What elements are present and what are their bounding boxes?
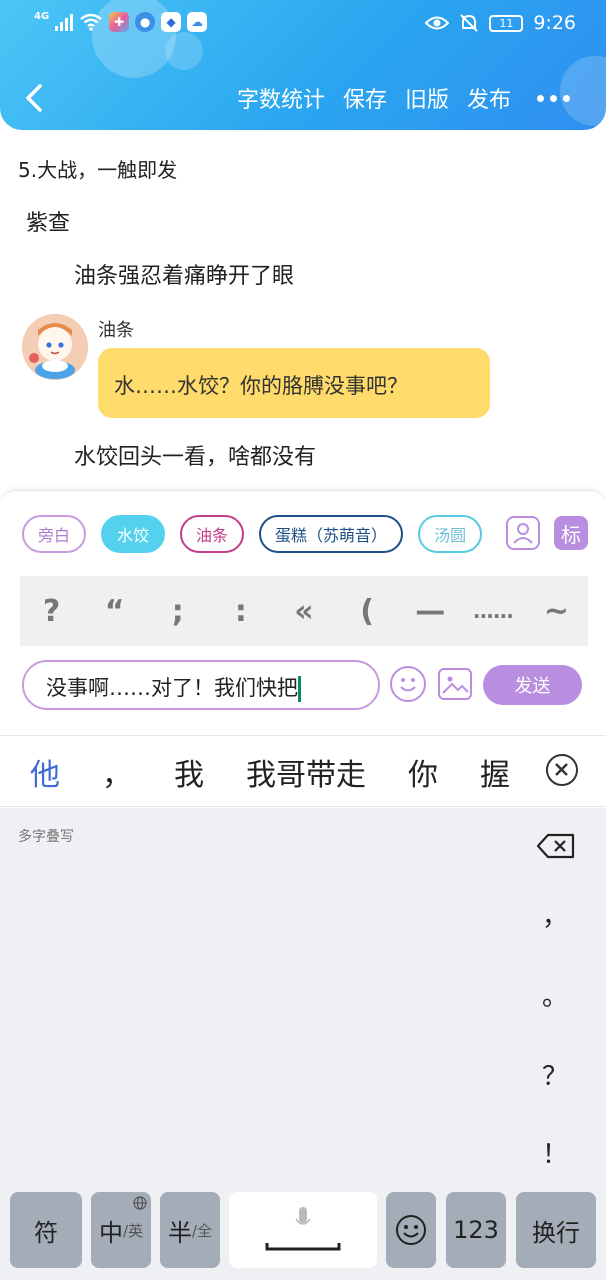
punct-key[interactable]: ( (342, 594, 392, 629)
handwriting-hint: 多字叠写 (18, 829, 74, 845)
punct-key[interactable]: ~ (531, 594, 581, 629)
battery-icon: 11 (489, 14, 524, 32)
punct-key[interactable]: « (279, 594, 329, 629)
back-arrow-icon[interactable] (20, 80, 50, 116)
candidate-item[interactable]: 我 (174, 750, 204, 794)
enter-key[interactable]: 换行 (516, 1192, 596, 1268)
symbol-key[interactable]: 符 (10, 1192, 82, 1268)
role-chip-narrator[interactable]: 旁白 (22, 515, 87, 553)
weather-icon: ☁ (187, 12, 208, 32)
save-button[interactable]: 保存 (343, 82, 387, 114)
narration-line: 水饺回头一看，啥都没有 (74, 445, 317, 470)
message-input[interactable]: 没事啊……对了！我们快把 (22, 660, 380, 710)
speaker-name: 油条 (98, 320, 134, 341)
baidu-icon: ◆ (161, 12, 182, 32)
network-type: 4G (34, 10, 50, 22)
role-manage-icon[interactable] (506, 516, 540, 550)
status-time: 9:26 (533, 12, 576, 34)
candidate-item[interactable]: 握 (480, 750, 510, 794)
story-line: 紫查 (26, 211, 71, 236)
signal-icon (55, 13, 74, 31)
role-chip-dangao[interactable]: 蛋糕（苏萌音） (259, 515, 404, 553)
candidate-item[interactable]: 他 (30, 750, 60, 794)
side-punct-period[interactable]: 。 (540, 976, 570, 1013)
image-icon[interactable] (438, 668, 472, 700)
punct-key[interactable]: “ (90, 594, 140, 629)
width-toggle-key[interactable]: 半/全 (160, 1192, 220, 1268)
role-chip-shuijiao[interactable]: 水饺 (101, 515, 166, 553)
punct-key[interactable]: : (216, 594, 266, 629)
candidate-item[interactable]: 我哥带走 (246, 750, 366, 794)
status-bar: 4G ✚ ● ◆ ☁ 11 9:26 (0, 0, 606, 52)
lang-key-sub: /英 (122, 1221, 144, 1240)
role-chip-youtiao[interactable]: 油条 (180, 515, 245, 553)
avatar[interactable] (22, 314, 88, 380)
text-caret (298, 676, 301, 702)
app-icon: ✚ (109, 12, 130, 32)
smiley-icon (396, 1215, 426, 1245)
globe-icon (133, 1196, 147, 1210)
wifi-icon (80, 13, 102, 31)
candidate-item[interactable]: ， (102, 750, 132, 794)
mute-bell-icon (460, 14, 479, 32)
width-key-sub: /全 (191, 1221, 213, 1240)
eye-icon (425, 16, 450, 30)
side-punct-question[interactable]: ？ (540, 1056, 570, 1093)
side-punct-comma[interactable]: ， (540, 896, 570, 933)
nav-bar: 字数统计 保存 旧版 发布 (0, 70, 606, 126)
keyboard-bottom-row: 符 中/英 半/全 123 换行 (0, 1192, 606, 1268)
lang-toggle-key[interactable]: 中/英 (91, 1192, 151, 1268)
punct-key[interactable]: ? (27, 594, 77, 629)
backspace-icon[interactable] (536, 832, 576, 860)
punct-key[interactable]: — (405, 594, 455, 629)
ime-candidate-bar: 他 ， 我 我哥带走 你 握 (0, 735, 606, 807)
dialogue-bubble[interactable]: 水……水饺？你的胳膊没事吧？ (98, 348, 490, 418)
punct-key[interactable]: …… (468, 599, 518, 623)
narration-line: 油条强忍着痛睁开了眼 (74, 264, 295, 289)
side-punct-exclaim[interactable]: ！ (540, 1134, 570, 1171)
candidate-item[interactable]: 你 (408, 750, 438, 794)
microphone-icon (265, 1207, 341, 1251)
punct-key[interactable]: ; (153, 594, 203, 629)
browser-icon: ● (135, 12, 156, 32)
role-chip-list: 旁白 水饺 油条 蛋糕（苏萌音） 汤圆 (22, 515, 488, 555)
space-key[interactable] (229, 1192, 377, 1268)
emoji-key[interactable] (386, 1192, 436, 1268)
publish-button[interactable]: 发布 (467, 82, 511, 114)
more-icon[interactable] (537, 94, 570, 102)
role-chip-tangyuan[interactable]: 汤圆 (418, 515, 483, 553)
input-text: 没事啊……对了！我们快把 (46, 676, 298, 700)
number-key[interactable]: 123 (446, 1192, 506, 1268)
punctuation-bar: ? “ ; : « ( — …… ~ (20, 576, 588, 646)
lang-key-main: 中 (98, 1218, 123, 1247)
old-version-button[interactable]: 旧版 (405, 82, 449, 114)
close-candidates-icon[interactable] (546, 754, 578, 786)
app-header: 4G ✚ ● ◆ ☁ 11 9:26 字数统计 保存 旧版 发布 (0, 0, 606, 130)
word-count-button[interactable]: 字数统计 (237, 82, 325, 114)
chapter-title: 5.大战，一触即发 (18, 158, 178, 182)
width-key-main: 半 (167, 1218, 192, 1247)
emoji-icon[interactable] (390, 666, 426, 702)
send-button[interactable]: 发送 (483, 665, 582, 705)
tag-button[interactable]: 标 (554, 516, 588, 550)
